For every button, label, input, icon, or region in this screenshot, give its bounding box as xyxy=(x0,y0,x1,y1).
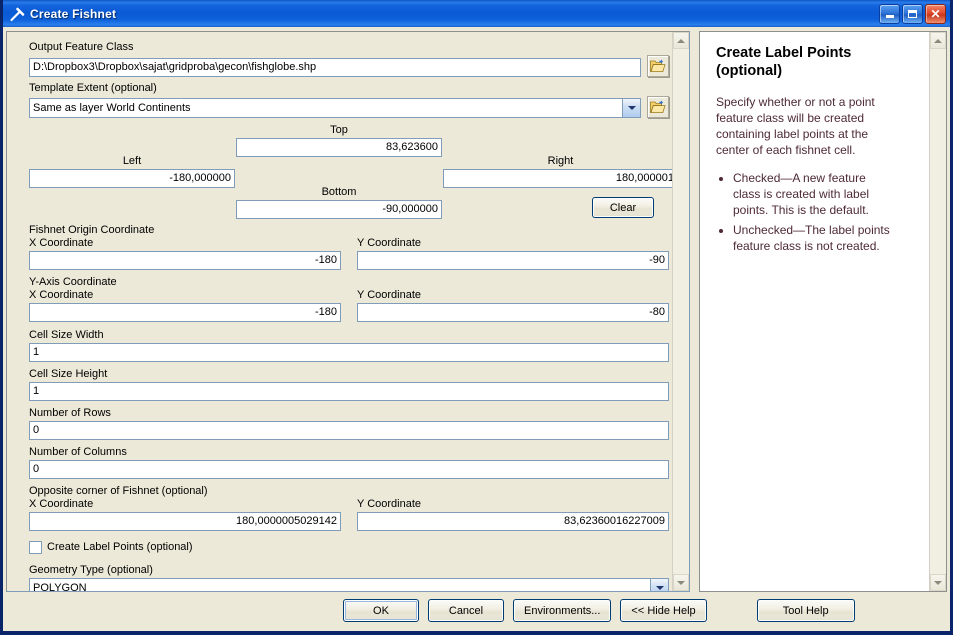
ok-button[interactable]: OK xyxy=(343,599,419,622)
output-feature-class-row: D:\Dropbox3\Dropbox\sajat\gridproba\geco… xyxy=(29,55,669,77)
template-extent-browse-button[interactable] xyxy=(647,96,669,118)
yaxis-row: X Coordinate -180 Y Coordinate -80 xyxy=(29,288,669,322)
template-extent-label: Template Extent (optional) xyxy=(29,82,157,94)
opposite-corner-section-label: Opposite corner of Fishnet (optional) xyxy=(29,485,208,497)
geometry-type-label: Geometry Type (optional) xyxy=(29,564,153,576)
chevron-down-icon[interactable] xyxy=(622,99,640,117)
yaxis-y-input[interactable]: -80 xyxy=(357,303,669,322)
help-bullet-list: Checked—A new feature class is created w… xyxy=(716,170,896,254)
opposite-corner-x-label: X Coordinate xyxy=(29,498,94,510)
geometry-type-value: POLYGON xyxy=(33,582,87,592)
extent-top-input[interactable]: 83,623600 xyxy=(236,138,442,157)
parameters-pane: Output Feature Class D:\Dropbox3\Dropbox… xyxy=(6,31,690,592)
help-scrollbar[interactable] xyxy=(929,32,946,591)
create-label-points-row[interactable]: Create Label Points (optional) xyxy=(29,540,669,554)
extent-left-label: Left xyxy=(122,155,142,167)
minimize-icon xyxy=(885,15,894,18)
number-of-columns-input[interactable]: 0 xyxy=(29,460,669,479)
maximize-icon xyxy=(908,9,917,18)
window-title: Create Fishnet xyxy=(30,6,117,21)
parameters-list: Output Feature Class D:\Dropbox3\Dropbox… xyxy=(7,32,679,592)
scroll-down-button[interactable] xyxy=(930,574,946,591)
title-bar[interactable]: Create Fishnet ✕ xyxy=(3,0,950,27)
yaxis-y-label: Y Coordinate xyxy=(357,289,422,301)
hide-help-button[interactable]: << Hide Help xyxy=(620,599,707,622)
cell-size-height-input[interactable]: 1 xyxy=(29,382,669,401)
create-label-points-checkbox[interactable] xyxy=(29,540,42,554)
template-extent-row: Same as layer World Continents xyxy=(29,96,669,118)
list-item: Checked—A new feature class is created w… xyxy=(733,170,896,218)
extent-bottom-label: Bottom xyxy=(321,186,357,198)
close-icon: ✕ xyxy=(930,6,941,21)
origin-y-label: Y Coordinate xyxy=(357,237,422,249)
chevron-down-icon[interactable] xyxy=(650,579,668,591)
extent-top-label: Top xyxy=(330,124,348,136)
chevron-down-icon xyxy=(677,580,685,585)
help-paragraph: Specify whether or not a point feature c… xyxy=(716,95,875,157)
dialog-footer: OK Cancel Environments... << Hide Help T… xyxy=(3,592,950,629)
opposite-corner-x-input[interactable]: 180,0000005029142 xyxy=(29,512,341,531)
maximize-button[interactable] xyxy=(902,3,923,24)
tool-help-button[interactable]: Tool Help xyxy=(756,599,855,622)
template-extent-combobox[interactable]: Same as layer World Continents xyxy=(29,98,641,118)
number-of-columns-label: Number of Columns xyxy=(29,446,127,458)
minimize-button[interactable] xyxy=(879,3,900,24)
opposite-corner-y-input[interactable]: 83,62360016227009 xyxy=(357,512,669,531)
window-controls: ✕ xyxy=(879,3,948,24)
extent-right-input[interactable]: 180,000001 xyxy=(443,169,678,188)
extent-group: Top 83,623600 Left -180,000000 Right 180… xyxy=(29,124,678,220)
origin-y-input[interactable]: -90 xyxy=(357,251,669,270)
output-feature-class-browse-button[interactable] xyxy=(647,55,669,77)
scroll-up-button[interactable] xyxy=(930,32,946,49)
dialog-body: Output Feature Class D:\Dropbox3\Dropbox… xyxy=(3,27,950,592)
yaxis-section-label: Y-Axis Coordinate xyxy=(29,276,117,288)
scroll-down-button[interactable] xyxy=(673,574,689,591)
origin-row: X Coordinate -180 Y Coordinate -90 xyxy=(29,236,669,270)
number-of-rows-label: Number of Rows xyxy=(29,407,111,419)
origin-x-input[interactable]: -180 xyxy=(29,251,341,270)
extent-right-label: Right xyxy=(547,155,574,167)
list-item: Unchecked—The label points feature class… xyxy=(733,222,896,254)
environments-button[interactable]: Environments... xyxy=(513,599,612,622)
cell-size-width-input[interactable]: 1 xyxy=(29,343,669,362)
yaxis-x-label: X Coordinate xyxy=(29,289,94,301)
chevron-down-icon xyxy=(934,580,942,585)
help-pane: Create Label Points (optional) Specify w… xyxy=(699,31,947,592)
hammer-tool-icon xyxy=(8,6,26,24)
output-feature-class-input[interactable]: D:\Dropbox3\Dropbox\sajat\gridproba\geco… xyxy=(29,58,641,77)
clear-button[interactable]: Clear xyxy=(592,197,654,218)
chevron-up-icon xyxy=(934,38,942,43)
create-label-points-label: Create Label Points (optional) xyxy=(47,541,193,553)
open-folder-icon xyxy=(650,59,666,72)
cell-size-height-label: Cell Size Height xyxy=(29,368,108,380)
help-title: Create Label Points (optional) xyxy=(716,45,852,79)
output-feature-class-label: Output Feature Class xyxy=(29,41,134,53)
parameters-scrollbar[interactable] xyxy=(672,32,689,591)
origin-x-label: X Coordinate xyxy=(29,237,94,249)
open-folder-icon xyxy=(650,100,666,113)
create-fishnet-dialog: Create Fishnet ✕ Output Feature Class D:… xyxy=(0,0,953,635)
extent-left-input[interactable]: -180,000000 xyxy=(29,169,235,188)
extent-clear-button-wrap: Clear xyxy=(592,197,654,218)
extent-bottom-input[interactable]: -90,000000 xyxy=(236,200,442,219)
cancel-button[interactable]: Cancel xyxy=(428,599,504,622)
opposite-corner-y-label: Y Coordinate xyxy=(357,498,422,510)
origin-section-label: Fishnet Origin Coordinate xyxy=(29,224,155,236)
help-content: Create Label Points (optional) Specify w… xyxy=(700,32,912,268)
opposite-corner-row: X Coordinate 180,0000005029142 Y Coordin… xyxy=(29,497,669,531)
number-of-rows-input[interactable]: 0 xyxy=(29,421,669,440)
cell-size-width-label: Cell Size Width xyxy=(29,329,104,341)
scroll-up-button[interactable] xyxy=(673,32,689,49)
yaxis-x-input[interactable]: -180 xyxy=(29,303,341,322)
close-button[interactable]: ✕ xyxy=(925,3,946,24)
chevron-up-icon xyxy=(677,38,685,43)
template-extent-value: Same as layer World Continents xyxy=(33,102,191,114)
geometry-type-combobox[interactable]: POLYGON xyxy=(29,578,669,592)
